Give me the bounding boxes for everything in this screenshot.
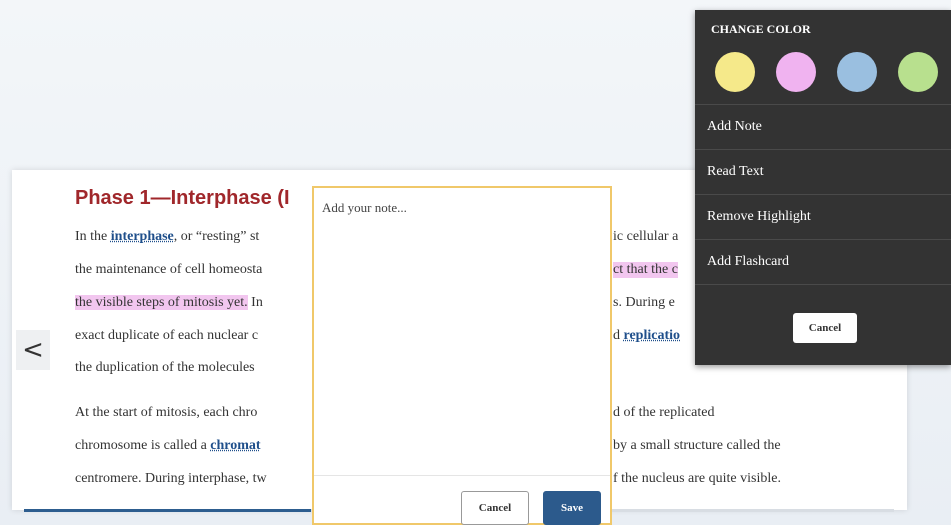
chevron-left-icon: < (22, 335, 44, 365)
text-line: the visible steps of mitosis yet. In (75, 295, 263, 311)
menu-divider (695, 284, 951, 285)
add-note-dialog: Cancel Save (312, 186, 612, 525)
change-color-title: CHANGE COLOR (711, 22, 811, 36)
glossary-term-link[interactable]: interphase (111, 229, 174, 244)
menu-item-add-note[interactable]: Add Note (695, 104, 951, 149)
color-swatch-pink[interactable] (776, 52, 816, 92)
text-line: exact duplicate of each nuclear c (75, 328, 259, 343)
text-line: At the start of mitosis, each chro (75, 405, 258, 420)
text-fragment: , or “resting” st (173, 229, 260, 244)
note-cancel-button[interactable]: Cancel (461, 491, 529, 525)
glossary-term-link[interactable]: chromat (210, 438, 260, 453)
text-line: the duplication of the molecules (75, 360, 255, 375)
text-fragment: d (613, 328, 624, 343)
previous-page-button[interactable]: < (16, 330, 50, 370)
text-fragment: In (247, 295, 263, 310)
text-line-right: f the nucleus are quite visible. (613, 471, 781, 486)
color-swatch-yellow[interactable] (715, 52, 755, 92)
text-line-right: by a small structure called the (613, 438, 781, 453)
text-line: In the interphase, or “resting” st (75, 229, 259, 245)
menu-cancel-button[interactable]: Cancel (793, 313, 857, 343)
text-line-right: d of the replicated (613, 405, 715, 420)
text-line-right: s. During e (613, 295, 675, 310)
menu-item-remove-highlight[interactable]: Remove Highlight (695, 194, 951, 239)
note-save-button[interactable]: Save (543, 491, 601, 525)
highlighted-text[interactable]: ct that the c (613, 262, 678, 278)
highlight-context-menu: CHANGE COLOR Add Note Read Text Remove H… (695, 10, 951, 365)
text-line: the maintenance of cell homeosta (75, 262, 263, 277)
menu-item-add-flashcard[interactable]: Add Flashcard (695, 239, 951, 284)
glossary-term-link[interactable]: replicatio (624, 328, 681, 343)
text-line-right: d replicatio (613, 328, 680, 344)
text-line: chromosome is called a chromat (75, 438, 261, 454)
text-line-right: ic cellular a (613, 229, 679, 244)
note-input[interactable] (320, 198, 608, 472)
color-swatch-blue[interactable] (837, 52, 877, 92)
menu-item-read-text[interactable]: Read Text (695, 149, 951, 194)
text-fragment: chromosome is called a (75, 438, 211, 453)
highlighted-text[interactable]: the visible steps of mitosis yet. (75, 295, 248, 310)
reading-progress-fill (24, 509, 312, 512)
text-line: centromere. During interphase, tw (75, 471, 267, 486)
color-swatch-green[interactable] (898, 52, 938, 92)
note-dialog-footer (314, 475, 610, 476)
text-fragment: In the (75, 229, 111, 244)
section-heading: Phase 1—Interphase (I (75, 187, 290, 209)
